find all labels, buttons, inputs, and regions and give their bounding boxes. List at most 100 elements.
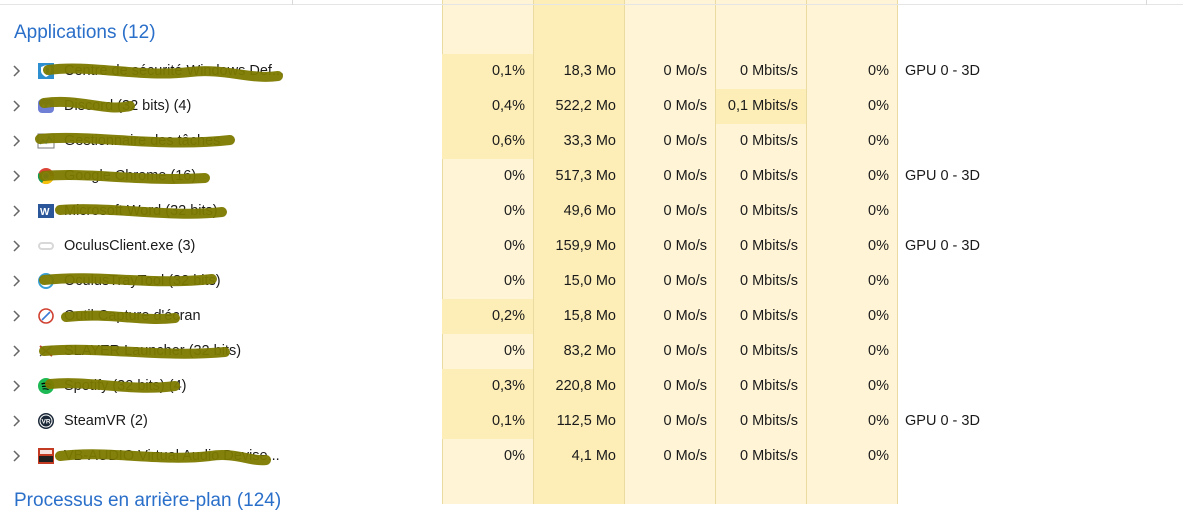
network-cell: 0 Mbits/s bbox=[739, 168, 798, 184]
gpu-cell: 0% bbox=[868, 273, 889, 289]
cpu-cell: 0,6% bbox=[442, 124, 533, 159]
network-cell: 0 Mbits/s bbox=[739, 378, 798, 394]
chrome-icon bbox=[37, 168, 55, 185]
gpu-cell: 0% bbox=[868, 378, 889, 394]
process-row[interactable]: W Microsoft Word (32 bits) 0% 49,6 Mo 0 Mo/s… bbox=[0, 194, 1183, 229]
process-name: VB-AUDIO Virtual Audio Devise... bbox=[64, 448, 280, 464]
launcher-icon bbox=[39, 345, 53, 357]
gpu-cell: 0% bbox=[868, 448, 889, 464]
memory-cell: 220,8 Mo bbox=[534, 369, 624, 404]
svg-text:VR: VR bbox=[42, 419, 51, 426]
chevron-right-icon[interactable] bbox=[9, 62, 25, 80]
snipping-tool-icon bbox=[38, 308, 54, 324]
disk-cell: 0 Mo/s bbox=[663, 168, 707, 184]
process-name: Discord (32 bits) (4) bbox=[64, 98, 192, 114]
disk-cell: 0 Mo/s bbox=[663, 413, 707, 429]
network-cell: 0 Mbits/s bbox=[739, 238, 798, 254]
disk-cell: 0 Mo/s bbox=[663, 343, 707, 359]
chevron-right-icon[interactable] bbox=[9, 447, 25, 465]
process-row[interactable]: VB-AUDIO Virtual Audio Devise... 0% 4,1 Mo… bbox=[0, 439, 1183, 474]
chevron-right-icon[interactable] bbox=[9, 377, 25, 395]
disk-cell: 0 Mo/s bbox=[663, 63, 707, 79]
chevron-right-icon[interactable] bbox=[9, 237, 25, 255]
memory-cell: 522,2 Mo bbox=[534, 89, 624, 124]
word-icon: W bbox=[38, 204, 54, 218]
cpu-cell: 0,2% bbox=[442, 299, 533, 334]
process-name: Gestionnaire des tâches bbox=[64, 133, 221, 149]
group-header-background-processes[interactable]: Processus en arrière-plan (124) bbox=[14, 490, 281, 512]
gpu-cell: 0% bbox=[868, 203, 889, 219]
memory-cell: 15,0 Mo bbox=[534, 264, 624, 299]
network-cell: 0,1 Mbits/s bbox=[716, 89, 806, 124]
steamvr-icon: VR bbox=[38, 413, 54, 429]
voicemeeter-icon bbox=[38, 448, 54, 464]
process-row[interactable]: Spotify (32 bits) (4) 0,3% 220,8 Mo 0 Mo/s 0… bbox=[0, 369, 1183, 404]
shield-icon bbox=[38, 63, 54, 79]
process-name: OculusClient.exe (3) bbox=[64, 238, 196, 254]
cpu-cell: 0,4% bbox=[442, 89, 533, 124]
memory-cell: 18,3 Mo bbox=[534, 54, 624, 89]
gpu-cell: 0% bbox=[868, 168, 889, 184]
memory-cell: 517,3 Mo bbox=[534, 159, 624, 194]
group-header-applications[interactable]: Applications (12) bbox=[14, 22, 156, 44]
process-row[interactable]: OculusClient.exe (3) 0% 159,9 Mo 0 Mo/s 0 Mb… bbox=[0, 229, 1183, 264]
chevron-right-icon[interactable] bbox=[9, 202, 25, 220]
network-cell: 0 Mbits/s bbox=[739, 448, 798, 464]
disk-cell: 0 Mo/s bbox=[663, 238, 707, 254]
chevron-right-icon[interactable] bbox=[9, 167, 25, 185]
process-name: Google Chrome (16) bbox=[64, 168, 197, 184]
memory-cell: 4,1 Mo bbox=[534, 439, 624, 474]
cpu-cell: 0% bbox=[504, 168, 525, 184]
network-cell: 0 Mbits/s bbox=[739, 63, 798, 79]
cpu-cell: 0% bbox=[504, 273, 525, 289]
process-name: OculusTrayTool (32 bits) bbox=[64, 273, 221, 289]
disk-cell: 0 Mo/s bbox=[663, 308, 707, 324]
process-row[interactable]: Discord (32 bits) (4) 0,4% 522,2 Mo 0 Mo/s 0… bbox=[0, 89, 1183, 124]
cpu-cell: 0,1% bbox=[442, 404, 533, 439]
process-name: Spotify (32 bits) (4) bbox=[64, 378, 187, 394]
memory-cell: 15,8 Mo bbox=[534, 299, 624, 334]
process-row[interactable]: Outil Capture d'écran 0,2% 15,8 Mo 0 Mo/s 0 … bbox=[0, 299, 1183, 334]
network-cell: 0 Mbits/s bbox=[739, 343, 798, 359]
process-name: SteamVR (2) bbox=[64, 413, 148, 429]
header-divider[interactable] bbox=[1146, 0, 1147, 5]
process-row[interactable]: Gestionnaire des tâches 0,6% 33,3 Mo 0 Mo/s… bbox=[0, 124, 1183, 159]
cpu-cell: 0% bbox=[504, 238, 525, 254]
gpu-engine-cell: GPU 0 - 3D bbox=[905, 168, 980, 184]
chevron-right-icon[interactable] bbox=[9, 342, 25, 360]
gpu-cell: 0% bbox=[868, 308, 889, 324]
svg-text:W: W bbox=[40, 207, 50, 218]
chevron-right-icon[interactable] bbox=[9, 132, 25, 150]
process-row[interactable]: Centre de sécurité Windows Def... 0,1% 18,… bbox=[0, 54, 1183, 89]
process-row[interactable]: VR SteamVR (2) 0,1% 112,5 Mo 0 Mo/s 0 Mbits/s… bbox=[0, 404, 1183, 439]
header-divider[interactable] bbox=[292, 0, 293, 5]
gpu-cell: 0% bbox=[868, 63, 889, 79]
process-row[interactable]: SLAYER Launcher (32 bits) 0% 83,2 Mo 0 Mo/s… bbox=[0, 334, 1183, 369]
chevron-right-icon[interactable] bbox=[9, 97, 25, 115]
network-cell: 0 Mbits/s bbox=[739, 273, 798, 289]
gpu-cell: 0% bbox=[868, 133, 889, 149]
chevron-right-icon[interactable] bbox=[9, 307, 25, 325]
chevron-right-icon[interactable] bbox=[9, 412, 25, 430]
network-cell: 0 Mbits/s bbox=[739, 308, 798, 324]
disk-cell: 0 Mo/s bbox=[663, 98, 707, 114]
chevron-right-icon[interactable] bbox=[9, 272, 25, 290]
disk-cell: 0 Mo/s bbox=[663, 448, 707, 464]
process-name: Centre de sécurité Windows Def... bbox=[64, 63, 285, 79]
spotify-icon bbox=[38, 378, 54, 394]
disk-cell: 0 Mo/s bbox=[663, 203, 707, 219]
cpu-cell: 0% bbox=[504, 343, 525, 359]
network-cell: 0 Mbits/s bbox=[739, 203, 798, 219]
process-row[interactable]: OculusTrayTool (32 bits) 0% 15,0 Mo 0 Mo/s 0… bbox=[0, 264, 1183, 299]
gpu-engine-cell: GPU 0 - 3D bbox=[905, 63, 980, 79]
memory-cell: 33,3 Mo bbox=[534, 124, 624, 159]
tray-tool-icon bbox=[38, 273, 54, 289]
network-cell: 0 Mbits/s bbox=[739, 413, 798, 429]
oculus-icon bbox=[38, 242, 54, 250]
process-name: Outil Capture d'écran bbox=[64, 308, 201, 324]
cpu-cell: 0% bbox=[504, 203, 525, 219]
disk-cell: 0 Mo/s bbox=[663, 273, 707, 289]
cpu-cell: 0,3% bbox=[442, 369, 533, 404]
process-row[interactable]: Google Chrome (16) 0% 517,3 Mo 0 Mo/s 0 Mbit… bbox=[0, 159, 1183, 194]
gpu-engine-cell: GPU 0 - 3D bbox=[905, 413, 980, 429]
